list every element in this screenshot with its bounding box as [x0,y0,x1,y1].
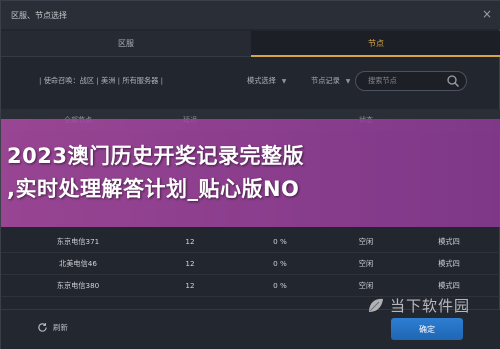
tab-bar: 区服 节点 [1,31,500,57]
node-record-label: 节点记录 [311,76,340,85]
search-placeholder: 搜索节点 [368,76,397,85]
tab-node[interactable]: 节点 [251,31,500,57]
title-bar: 区服、节点选择 × [1,1,500,29]
node-record-dropdown[interactable]: 节点记录 ▼ [311,76,350,86]
node-mode: 模式四 [438,236,460,246]
node-name: 北美电信46 [59,258,97,268]
search-icon[interactable] [446,74,460,88]
node-loss: 0 % [273,237,287,246]
overlay-line-1: 2023澳门历史开奖记录完整版 [7,144,304,168]
filter-bar: | 使命召唤：战区 | 美洲 | 所有服务器 | 模式选择 ▼ 节点记录 ▼ 搜索节… [1,65,500,99]
node-selection-window: 区服、节点选择 × 区服 节点 | 使命召唤：战区 | 美洲 | 所有服务器 |… [0,0,500,349]
refresh-label: 刷新 [53,323,68,332]
node-name: 东京电信380 [56,280,100,290]
node-latency: 12 [185,259,195,268]
breadcrumb: | 使命召唤：战区 | 美洲 | 所有服务器 | [39,76,164,85]
tab-server-region[interactable]: 区服 [1,31,251,57]
node-status: 空闲 [358,280,374,290]
node-latency: 12 [185,281,195,290]
table-row[interactable]: 北美电信46 12 0 % 空闲 模式四 [1,253,500,275]
refresh-icon [38,323,47,332]
refresh-button[interactable]: 刷新 [37,322,68,333]
node-loss: 0 % [273,281,287,290]
node-mode: 模式四 [438,280,460,290]
table-row[interactable]: 东京电信380 12 0 % 空闲 模式四 [1,275,500,297]
close-icon[interactable]: × [482,7,492,21]
watermark-logo: 当下软件园 [366,295,470,316]
node-loss: 0 % [273,259,287,268]
node-mode: 模式四 [438,258,460,268]
mode-select-label: 模式选择 [247,76,276,85]
node-status: 空闲 [358,236,374,246]
confirm-button[interactable]: 确定 [391,318,463,340]
mode-select-dropdown[interactable]: 模式选择 ▼ [247,76,286,86]
node-name: 东京电信371 [56,236,100,246]
window-title: 区服、节点选择 [11,10,67,20]
watermark-text: 当下软件园 [390,297,471,315]
node-latency: 12 [185,237,195,246]
chevron-down-icon: ▼ [345,78,351,85]
chevron-down-icon: ▼ [281,78,287,85]
table-row[interactable]: 东京电信371 12 0 % 空闲 模式四 [1,231,500,253]
leaf-logo-icon [369,298,383,312]
node-status: 空闲 [358,258,374,268]
overlay-line-2: ,实时处理解答计划_贴心版NO [7,177,300,201]
overlay-banner: 2023澳门历史开奖记录完整版 ,实时处理解答计划_贴心版NO [1,119,500,227]
search-input[interactable]: 搜索节点 [355,71,467,91]
